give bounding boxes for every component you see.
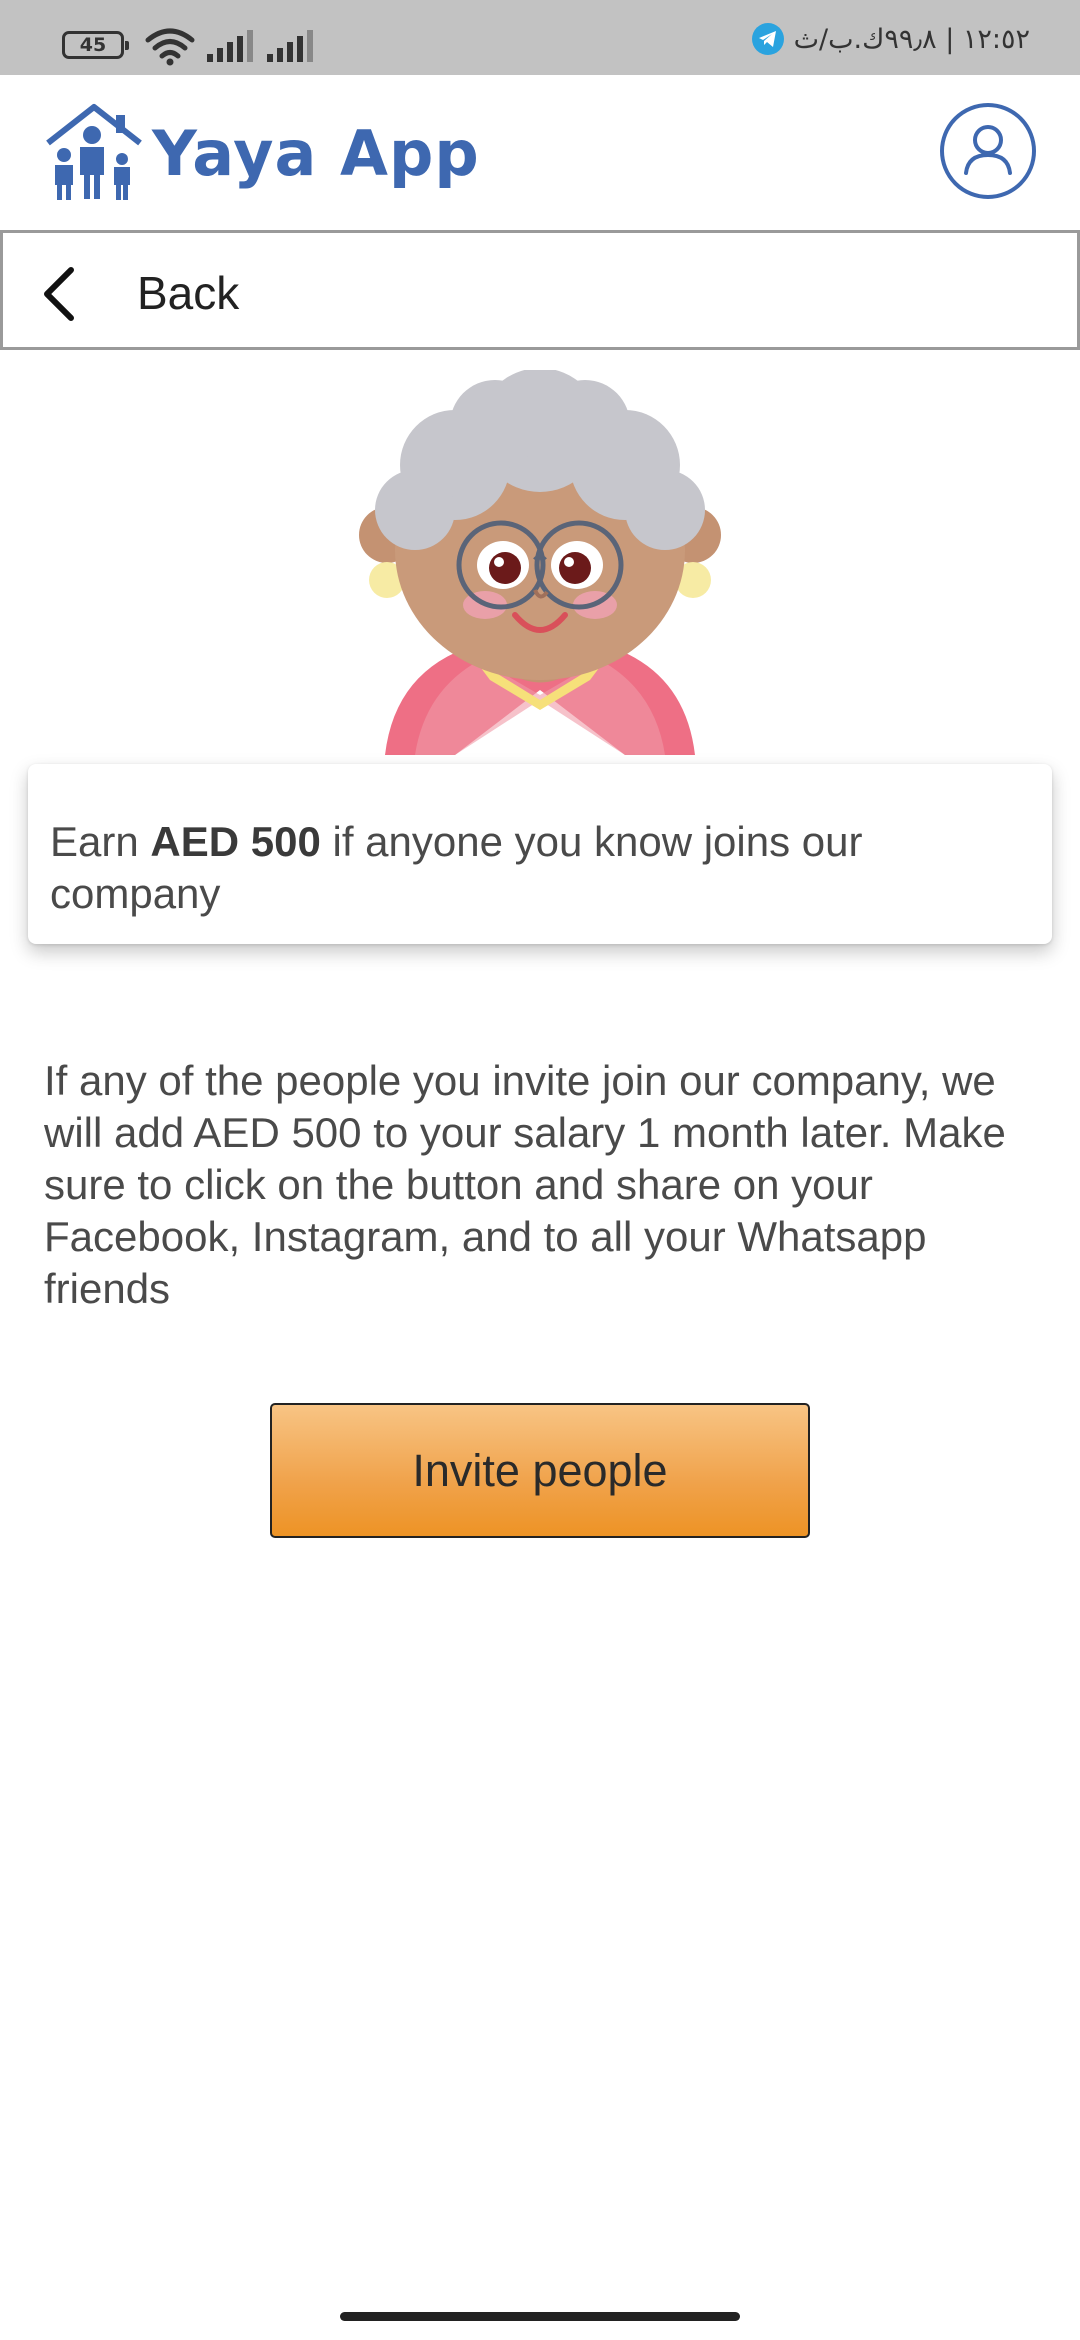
app-header: Yaya App bbox=[0, 75, 1080, 230]
wifi-icon bbox=[145, 28, 195, 66]
invite-people-button[interactable]: Invite people bbox=[270, 1403, 810, 1538]
battery-icon: 45 bbox=[62, 31, 129, 59]
app-title: Yaya App bbox=[152, 117, 480, 190]
status-bar: 45 ١٢:٥٢ | ٩٩٫٨ك.ب/ث bbox=[0, 0, 1080, 75]
earn-card: Earn AED 500 if anyone you know joins ou… bbox=[28, 764, 1052, 944]
user-profile-icon bbox=[964, 125, 1012, 175]
invite-description: If any of the people you invite join our… bbox=[44, 1057, 1006, 1312]
telegram-icon bbox=[751, 23, 784, 55]
earn-prefix: Earn bbox=[50, 818, 151, 865]
back-button[interactable]: Back bbox=[0, 230, 1080, 350]
earn-amount: AED 500 bbox=[150, 818, 321, 865]
signal-icon bbox=[207, 30, 253, 62]
status-text: ١٢:٥٢ | ٩٩٫٨ك.ب/ث bbox=[793, 23, 1030, 55]
signal-icon-2 bbox=[267, 30, 313, 62]
back-chevron-icon bbox=[44, 267, 74, 321]
grandmother-illustration bbox=[359, 370, 721, 755]
home-indicator[interactable] bbox=[340, 2312, 740, 2321]
back-label: Back bbox=[137, 267, 240, 319]
profile-button[interactable] bbox=[940, 103, 1036, 199]
battery-level: 45 bbox=[79, 34, 107, 56]
status-right: ١٢:٥٢ | ٩٩٫٨ك.ب/ث bbox=[751, 22, 1030, 56]
house-family-logo-icon bbox=[46, 104, 142, 200]
